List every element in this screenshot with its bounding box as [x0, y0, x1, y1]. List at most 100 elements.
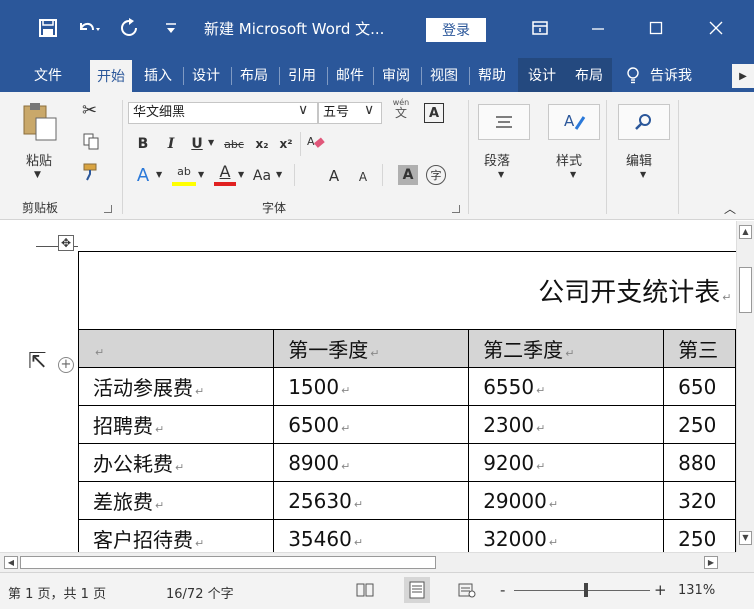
minimize-icon[interactable] — [582, 14, 614, 42]
tab-table-design[interactable]: 设计 — [518, 58, 566, 92]
print-layout-icon[interactable] — [404, 577, 430, 603]
highlight-button[interactable]: ab — [172, 164, 196, 188]
styles-button-label[interactable]: 样式 — [556, 150, 582, 169]
editing-button-label[interactable]: 编辑 — [626, 150, 652, 169]
vertical-scrollbar[interactable]: ▲ ▼ — [736, 221, 754, 552]
paragraph-dropdown-icon[interactable]: ▼ — [498, 170, 504, 179]
clear-formatting-icon[interactable]: A — [306, 132, 328, 158]
table-title-cell[interactable]: 公司开支统计表 ↵ — [78, 251, 736, 330]
superscript-button[interactable]: x² — [276, 134, 296, 154]
text-effects-dropdown-icon[interactable]: ▼ — [156, 170, 162, 179]
tab-references[interactable]: 引用 — [282, 58, 322, 92]
table-cell[interactable]: 办公耗费 ↵ — [77, 443, 275, 482]
undo-icon[interactable] — [74, 13, 104, 43]
page-count[interactable]: 第 1 页，共 1 页 — [8, 583, 106, 602]
table-cell[interactable]: 35460 ↵ — [273, 519, 470, 552]
table-cell[interactable]: 250 — [663, 405, 736, 444]
editing-dropdown-icon[interactable]: ▼ — [640, 170, 646, 179]
paste-icon[interactable] — [20, 102, 60, 142]
horizontal-scroll-thumb[interactable] — [20, 556, 436, 569]
zoom-slider[interactable] — [514, 590, 650, 591]
styles-dropdown-icon[interactable]: ▼ — [570, 170, 576, 179]
subscript-button[interactable]: x₂ — [252, 134, 272, 154]
table-cell[interactable]: 2300 ↵ — [468, 405, 665, 444]
insert-row-icon[interactable]: + — [58, 357, 74, 373]
italic-button[interactable]: I — [162, 134, 180, 154]
enclose-chars-button[interactable]: 字 — [426, 165, 446, 185]
paragraph-icon[interactable] — [478, 104, 530, 140]
table-cell[interactable]: 25630 ↵ — [273, 481, 470, 520]
document-area[interactable]: ✥ ⇱ + 公司开支统计表 ↵ ↵ 第一季度 ↵ 第二季度 ↵ 第三 活动参展费 ↵ 1… — [0, 221, 736, 552]
expense-table[interactable]: 公司开支统计表 ↵ ↵ 第一季度 ↵ 第二季度 ↵ 第三 活动参展费 ↵ 1500 ↵ 6… — [77, 251, 736, 552]
header-cell[interactable]: 第一季度 ↵ — [273, 329, 470, 368]
paste-dropdown-icon[interactable]: ▼ — [34, 170, 41, 180]
highlight-dropdown-icon[interactable]: ▼ — [198, 170, 204, 179]
tab-home[interactable]: 开始 — [90, 60, 132, 92]
phonetic-guide-icon[interactable]: wén 文 — [388, 98, 414, 126]
cut-icon[interactable]: ✂ — [82, 100, 97, 121]
clipboard-launcher-icon[interactable] — [104, 205, 112, 213]
save-icon[interactable] — [36, 13, 60, 43]
table-cell[interactable]: 880 — [663, 443, 736, 482]
table-cell[interactable]: 320 — [663, 481, 736, 520]
zoom-level[interactable]: 131% — [678, 583, 715, 598]
font-name-field[interactable]: 华文细黑 — [128, 102, 318, 124]
font-color-dropdown-icon[interactable]: ▼ — [238, 170, 244, 179]
tab-table-layout[interactable]: 布局 — [566, 58, 612, 92]
table-cell[interactable]: 29000 ↵ — [468, 481, 665, 520]
maximize-icon[interactable] — [640, 14, 672, 42]
text-effects-button[interactable]: A — [132, 164, 154, 186]
zoom-slider-thumb[interactable] — [584, 583, 588, 597]
table-cell[interactable]: 8900 ↵ — [273, 443, 470, 482]
table-cell[interactable]: 250 — [663, 519, 736, 552]
table-cell[interactable]: 1500 ↵ — [273, 367, 470, 406]
tab-more-icon[interactable]: ▶ — [732, 64, 754, 88]
tell-me-search[interactable]: 告诉我 — [650, 58, 720, 92]
paragraph-button-label[interactable]: 段落 — [484, 150, 510, 169]
redo-icon[interactable] — [116, 13, 142, 43]
collapse-ribbon-icon[interactable]: ︿ — [724, 200, 736, 217]
tab-review[interactable]: 审阅 — [376, 58, 416, 92]
format-painter-icon[interactable] — [82, 162, 102, 186]
char-shading-button[interactable]: A — [398, 165, 418, 185]
tab-file[interactable]: 文件 — [28, 58, 68, 92]
zoom-in-button[interactable]: + — [654, 581, 667, 599]
header-cell[interactable]: ↵ — [77, 329, 275, 368]
table-cell[interactable]: 招聘费 ↵ — [77, 405, 275, 444]
close-icon[interactable] — [700, 14, 732, 42]
table-cell[interactable]: 客户招待费 ↵ — [77, 519, 275, 552]
font-name-dropdown-icon[interactable]: ∨ — [298, 102, 308, 118]
font-color-button[interactable]: A — [214, 164, 236, 188]
char-border-icon[interactable]: A — [424, 103, 444, 123]
scroll-up-icon[interactable]: ▲ — [739, 225, 752, 239]
table-cell[interactable]: 6500 ↵ — [273, 405, 470, 444]
underline-button[interactable]: U — [188, 134, 206, 154]
read-mode-icon[interactable] — [356, 582, 374, 602]
table-cell[interactable]: 活动参展费 ↵ — [77, 367, 275, 406]
ribbon-display-icon[interactable] — [524, 14, 556, 42]
horizontal-scrollbar[interactable]: ◀ ▶ — [0, 552, 736, 572]
paste-label[interactable]: 粘贴 — [26, 150, 52, 169]
table-cell[interactable]: 9200 ↵ — [468, 443, 665, 482]
table-cell[interactable]: 32000 ↵ — [468, 519, 665, 552]
table-cell[interactable]: 650 — [663, 367, 736, 406]
header-cell[interactable]: 第三 — [663, 329, 736, 368]
change-case-dropdown-icon[interactable]: ▼ — [276, 170, 282, 179]
scroll-right-icon[interactable]: ▶ — [704, 556, 718, 569]
vertical-scroll-thumb[interactable] — [739, 267, 752, 313]
login-button[interactable]: 登录 — [426, 18, 486, 42]
table-cell[interactable]: 差旅费 ↵ — [77, 481, 275, 520]
copy-icon[interactable] — [82, 132, 100, 154]
header-cell[interactable]: 第二季度 ↵ — [468, 329, 665, 368]
word-count[interactable]: 16/72 个字 — [166, 583, 234, 602]
web-layout-icon[interactable] — [458, 582, 476, 602]
zoom-out-button[interactable]: - — [500, 581, 505, 599]
styles-icon[interactable]: A — [548, 104, 600, 140]
tab-mailings[interactable]: 邮件 — [330, 58, 370, 92]
change-case-button[interactable]: Aa — [250, 166, 274, 186]
font-size-dropdown-icon[interactable]: ∨ — [364, 102, 374, 118]
grow-font-button[interactable]: A — [324, 166, 344, 186]
customize-toolbar-icon[interactable] — [158, 13, 184, 43]
editing-icon[interactable] — [618, 104, 670, 140]
underline-dropdown-icon[interactable]: ▼ — [208, 138, 214, 147]
